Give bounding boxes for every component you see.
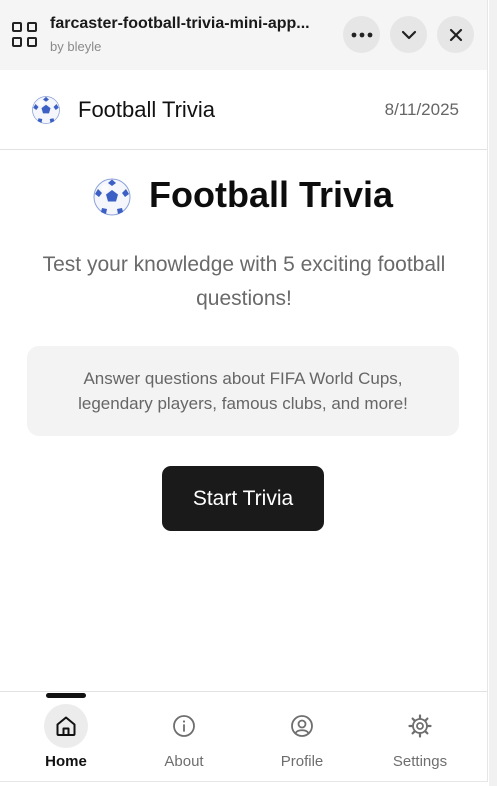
nav-label: Home	[45, 753, 87, 770]
nav-label: About	[164, 753, 204, 770]
user-icon	[280, 704, 324, 748]
info-text: Answer questions about FIFA World Cups, …	[78, 369, 408, 413]
gear-icon	[398, 704, 442, 748]
nav-label: Settings	[392, 753, 448, 770]
info-icon	[162, 704, 206, 748]
home-icon	[44, 704, 88, 748]
app-title: Football Trivia	[78, 97, 215, 122]
host-header: farcaster-football-trivia-mini-app... by…	[0, 0, 487, 70]
start-trivia-button[interactable]: Start Trivia	[162, 466, 324, 531]
nav-item-home[interactable]: Home	[21, 704, 111, 774]
soccer-ball-icon	[32, 96, 60, 124]
chevron-down-icon	[401, 30, 416, 39]
close-icon	[449, 28, 462, 41]
nav-item-about[interactable]: About	[139, 704, 229, 774]
page-title: Football Trivia	[149, 174, 394, 215]
info-card: Answer questions about FIFA World Cups, …	[27, 346, 459, 436]
nav-item-settings[interactable]: Settings	[375, 704, 465, 774]
page-subtitle: Test your knowledge with 5 exciting foot…	[42, 253, 446, 310]
host-app-title: farcaster-football-trivia-mini-app...	[50, 15, 310, 32]
hero-heading: Football Trivia	[0, 172, 487, 222]
more-options-button[interactable]	[343, 16, 380, 53]
nav-item-profile[interactable]: Profile	[257, 704, 347, 774]
app-date: 8/11/2025	[384, 100, 459, 119]
minimize-button[interactable]	[390, 16, 427, 53]
app-top-bar: Football Trivia 8/11/2025	[0, 70, 487, 150]
scrollbar-track	[489, 0, 497, 786]
close-button[interactable]	[437, 16, 474, 53]
more-horizontal-icon	[351, 32, 372, 37]
bottom-nav: Home About Profile Settings	[0, 691, 487, 781]
apps-grid-icon	[12, 22, 38, 48]
host-app-byline: by bleyle	[50, 39, 102, 54]
soccer-ball-icon	[93, 178, 131, 216]
mini-app-frame: farcaster-football-trivia-mini-app... by…	[0, 0, 488, 782]
nav-label: Profile	[280, 753, 324, 770]
active-tab-indicator	[46, 693, 86, 698]
